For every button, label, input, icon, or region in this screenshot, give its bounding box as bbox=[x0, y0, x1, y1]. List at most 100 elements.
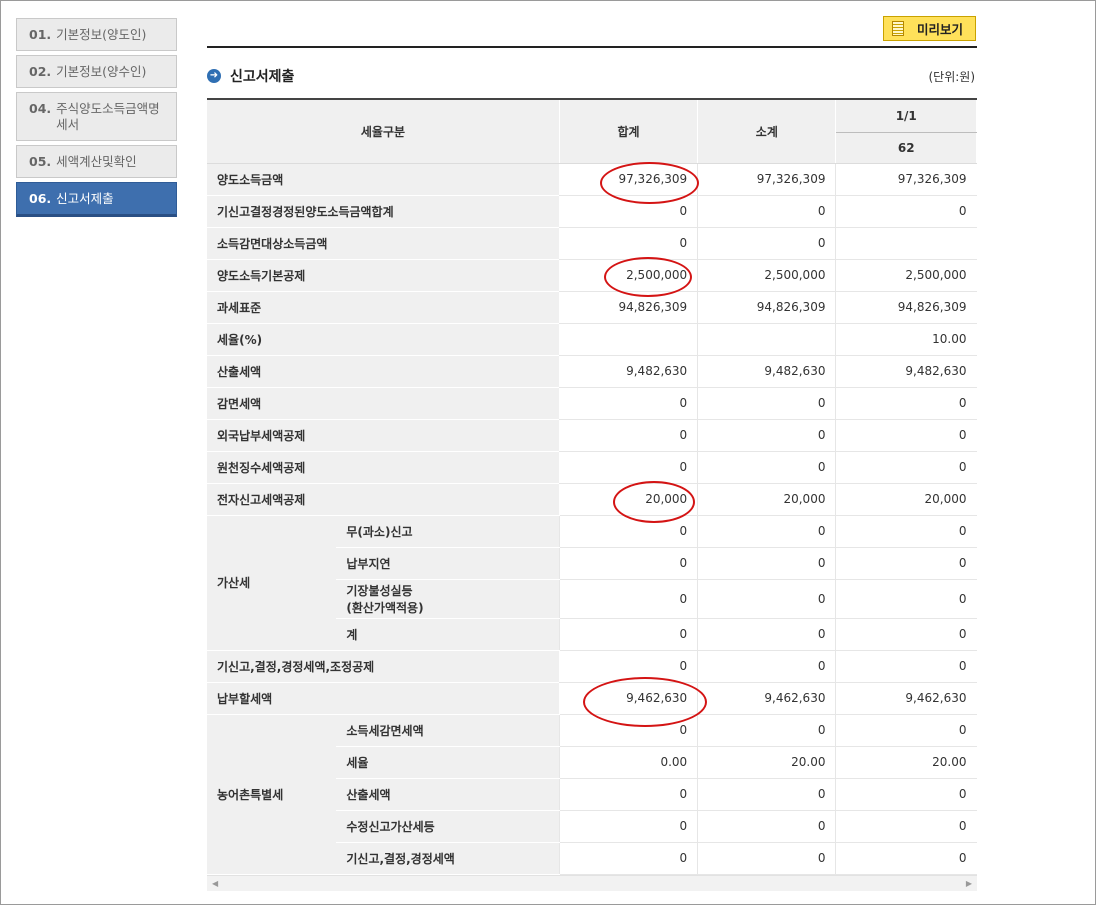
step-basic-info-transferee[interactable]: 02. 기본정보(양수인) bbox=[16, 55, 177, 88]
step-number: 06. bbox=[29, 191, 52, 206]
arrow-right-icon: ➜ bbox=[207, 69, 221, 83]
section-title: 신고서제출 bbox=[230, 69, 295, 85]
step-number: 01. bbox=[29, 27, 52, 42]
cell-col-62: 0 bbox=[835, 547, 977, 580]
row-sub-label: 기장불성실등 (환산가액적용) bbox=[336, 579, 560, 619]
tax-return-table: 세율구분 합계 소계 1/1 62 양도소득금액 97,326,309 97,3… bbox=[207, 98, 977, 875]
cell-subtotal: 0 bbox=[697, 618, 837, 651]
row-sub-label: 수정신고가산세등 bbox=[336, 810, 560, 843]
cell-subtotal: 94,826,309 bbox=[697, 291, 837, 324]
divider bbox=[207, 46, 977, 48]
cell-col-62: 0 bbox=[835, 419, 977, 452]
row-sub-label: 납부지연 bbox=[336, 547, 560, 580]
cell-col-62 bbox=[835, 227, 977, 260]
cell-total: 0 bbox=[559, 810, 699, 843]
horizontal-scrollbar[interactable]: ◀ ▶ bbox=[207, 875, 977, 891]
step-tax-calculation[interactable]: 05. 세액계산및확인 bbox=[16, 145, 177, 178]
cell-subtotal bbox=[697, 323, 837, 356]
cell-subtotal: 2,500,000 bbox=[697, 259, 837, 292]
cell-total: 0 bbox=[559, 387, 699, 420]
cell-subtotal: 0 bbox=[697, 778, 837, 811]
step-stock-transfer-detail[interactable]: 04. 주식양도소득금액명세서 bbox=[16, 92, 177, 141]
row-label: 기신고,결정,경정세액,조정공제 bbox=[207, 650, 560, 683]
header-page: 1/1 bbox=[835, 98, 977, 133]
cell-total bbox=[559, 323, 699, 356]
table-row: 가산세 무(과소)신고 0 0 0 bbox=[207, 515, 977, 651]
step-label: 주식양도소득금액명세서 bbox=[56, 101, 160, 132]
cell-subtotal: 0 bbox=[697, 227, 837, 260]
row-label: 양도소득금액 bbox=[207, 163, 560, 196]
row-label: 전자신고세액공제 bbox=[207, 483, 560, 516]
table-row: 외국납부세액공제 0 0 0 bbox=[207, 419, 977, 452]
cell-subtotal: 0 bbox=[697, 842, 837, 875]
cell-total: 0 bbox=[559, 650, 699, 683]
cell-col-62: 10.00 bbox=[835, 323, 977, 356]
table-row: 원천징수세액공제 0 0 0 bbox=[207, 451, 977, 484]
scroll-left-icon[interactable]: ◀ bbox=[212, 879, 218, 888]
table-row: 감면세액 0 0 0 bbox=[207, 387, 977, 420]
header-column-code: 62 bbox=[835, 132, 977, 164]
cell-col-62: 0 bbox=[835, 387, 977, 420]
cell-subtotal: 0 bbox=[697, 579, 837, 619]
cell-total: 0.00 bbox=[559, 746, 699, 779]
header-subtotal: 소계 bbox=[697, 98, 837, 164]
step-submit-return[interactable]: 06. 신고서제출 bbox=[16, 182, 177, 217]
cell-total: 0 bbox=[559, 227, 699, 260]
table-row: 전자신고세액공제 20,000 20,000 20,000 bbox=[207, 483, 977, 516]
cell-subtotal: 9,482,630 bbox=[697, 355, 837, 388]
step-number: 02. bbox=[29, 64, 52, 79]
cell-col-62: 94,826,309 bbox=[835, 291, 977, 324]
cell-total: 97,326,309 bbox=[559, 163, 699, 196]
step-basic-info-transferor[interactable]: 01. 기본정보(양도인) bbox=[16, 18, 177, 51]
tax-return-table-container: 세율구분 합계 소계 1/1 62 양도소득금액 97,326,309 97,3… bbox=[207, 98, 977, 875]
table-row: 기신고,결정,경정세액,조정공제 0 0 0 bbox=[207, 650, 977, 683]
step-number: 05. bbox=[29, 154, 52, 169]
row-label: 산출세액 bbox=[207, 355, 560, 388]
table-row: 양도소득기본공제 2,500,000 2,500,000 2,500,000 bbox=[207, 259, 977, 292]
document-icon bbox=[892, 21, 904, 36]
step-navigation: 01. 기본정보(양도인) 02. 기본정보(양수인) 04. 주식양도소득금액… bbox=[16, 18, 177, 221]
cell-col-62: 0 bbox=[835, 650, 977, 683]
step-label: 기본정보(양수인) bbox=[56, 64, 147, 79]
scroll-right-icon[interactable]: ▶ bbox=[966, 879, 972, 888]
cell-subtotal: 0 bbox=[697, 650, 837, 683]
cell-col-62: 9,462,630 bbox=[835, 682, 977, 715]
cell-subtotal: 0 bbox=[697, 515, 837, 548]
table-row: 양도소득금액 97,326,309 97,326,309 97,326,309 bbox=[207, 163, 977, 196]
row-label: 양도소득기본공제 bbox=[207, 259, 560, 292]
section-header: ➜ 신고서제출 bbox=[207, 66, 294, 86]
row-sub-label: 산출세액 bbox=[336, 778, 560, 811]
cell-col-62: 20,000 bbox=[835, 483, 977, 516]
cell-col-62: 0 bbox=[835, 778, 977, 811]
cell-total: 0 bbox=[559, 195, 699, 228]
row-sub-label: 기신고,결정,경정세액 bbox=[336, 842, 560, 875]
cell-col-62: 20.00 bbox=[835, 746, 977, 779]
table-row: 세율(%) 10.00 bbox=[207, 323, 977, 356]
cell-subtotal: 0 bbox=[697, 547, 837, 580]
sub-label-line: 기장불성실등 bbox=[346, 583, 413, 598]
cell-total: 0 bbox=[559, 778, 699, 811]
preview-label: 미리보기 bbox=[917, 22, 964, 37]
table-row: 소득감면대상소득금액 0 0 bbox=[207, 227, 977, 260]
cell-col-62: 0 bbox=[835, 618, 977, 651]
step-label: 세액계산및확인 bbox=[56, 154, 137, 169]
cell-col-62: 0 bbox=[835, 842, 977, 875]
cell-total: 20,000 bbox=[559, 483, 699, 516]
row-label: 세율(%) bbox=[207, 323, 560, 356]
row-label: 기신고결정경정된양도소득금액합계 bbox=[207, 195, 560, 228]
cell-total: 94,826,309 bbox=[559, 291, 699, 324]
cell-col-62: 0 bbox=[835, 714, 977, 747]
cell-total: 0 bbox=[559, 714, 699, 747]
preview-button[interactable]: 미리보기 bbox=[883, 16, 976, 41]
step-label: 기본정보(양도인) bbox=[56, 27, 147, 42]
cell-total: 9,482,630 bbox=[559, 355, 699, 388]
group-label-penalty: 가산세 bbox=[207, 515, 337, 651]
cell-subtotal: 0 bbox=[697, 419, 837, 452]
header-category: 세율구분 bbox=[207, 98, 560, 164]
table-row: 농어촌특별세 소득세감면세액 0 0 0 bbox=[207, 714, 977, 875]
table-row: 기신고결정경정된양도소득금액합계 0 0 0 bbox=[207, 195, 977, 228]
cell-col-62: 97,326,309 bbox=[835, 163, 977, 196]
table-row: 산출세액 9,482,630 9,482,630 9,482,630 bbox=[207, 355, 977, 388]
row-label: 원천징수세액공제 bbox=[207, 451, 560, 484]
unit-label: (단위:원) bbox=[928, 70, 975, 84]
